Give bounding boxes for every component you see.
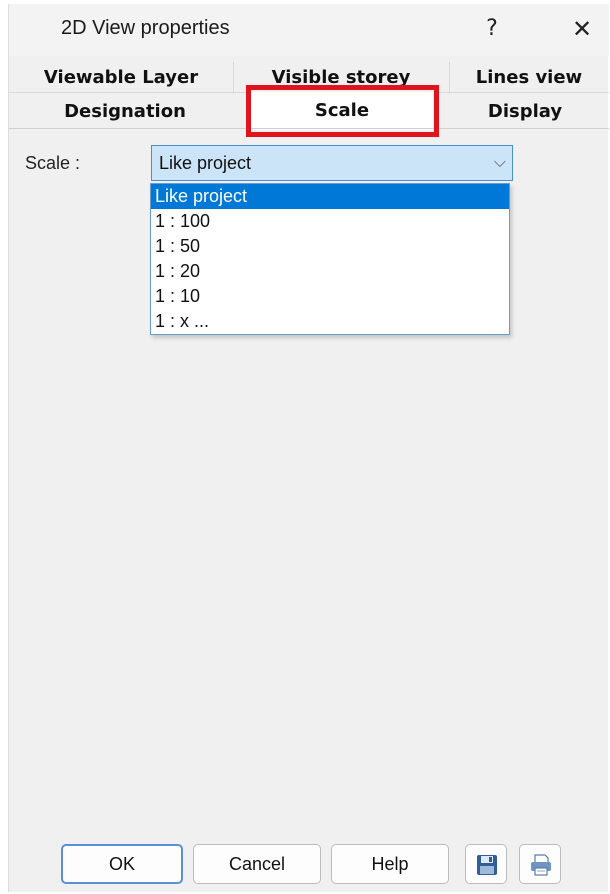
tab-designation[interactable]: Designation bbox=[9, 96, 241, 128]
close-icon[interactable]: ✕ bbox=[565, 12, 599, 46]
scale-combobox[interactable]: Like project ⌵ bbox=[151, 145, 513, 181]
scale-option-like-project[interactable]: Like project bbox=[151, 184, 509, 209]
tab-lines-view[interactable]: Lines view bbox=[449, 62, 609, 94]
save-icon bbox=[477, 855, 497, 875]
chevron-down-icon[interactable]: ⌵ bbox=[494, 152, 506, 172]
scale-option-1-50[interactable]: 1 : 50 bbox=[151, 234, 509, 259]
title-bar: 2D View properties ? ✕ bbox=[9, 4, 609, 56]
scale-combobox-value: Like project bbox=[159, 153, 252, 173]
tab-display[interactable]: Display bbox=[441, 96, 609, 128]
scale-option-1-20[interactable]: 1 : 20 bbox=[151, 259, 509, 284]
save-button[interactable] bbox=[465, 844, 507, 884]
help-button[interactable]: Help bbox=[331, 844, 449, 884]
scale-option-1-10[interactable]: 1 : 10 bbox=[151, 284, 509, 309]
scale-dropdown-list: Like project 1 : 100 1 : 50 1 : 20 1 : 1… bbox=[150, 183, 510, 335]
help-icon[interactable]: ? bbox=[477, 12, 507, 46]
tab-viewable-layer[interactable]: Viewable Layer bbox=[9, 62, 234, 94]
tab-scale[interactable]: Scale bbox=[251, 92, 433, 130]
tab-visible-storey[interactable]: Visible storey bbox=[233, 62, 450, 94]
window-title: 2D View properties bbox=[61, 17, 230, 39]
scale-option-1-100[interactable]: 1 : 100 bbox=[151, 209, 509, 234]
print-button[interactable] bbox=[519, 844, 561, 884]
tab-row-top: Viewable Layer Visible storey Lines view bbox=[9, 62, 609, 94]
scale-option-1-x[interactable]: 1 : x ... bbox=[151, 309, 509, 334]
tab-content-border bbox=[9, 128, 609, 129]
scale-label: Scale : bbox=[25, 153, 81, 173]
cancel-button[interactable]: Cancel bbox=[193, 844, 321, 884]
tab-row-bottom: Designation Scale Display bbox=[9, 92, 609, 130]
ok-button[interactable]: OK bbox=[61, 844, 183, 884]
properties-dialog: 2D View properties ? ✕ Viewable Layer Vi… bbox=[8, 4, 609, 892]
print-icon bbox=[531, 854, 551, 876]
